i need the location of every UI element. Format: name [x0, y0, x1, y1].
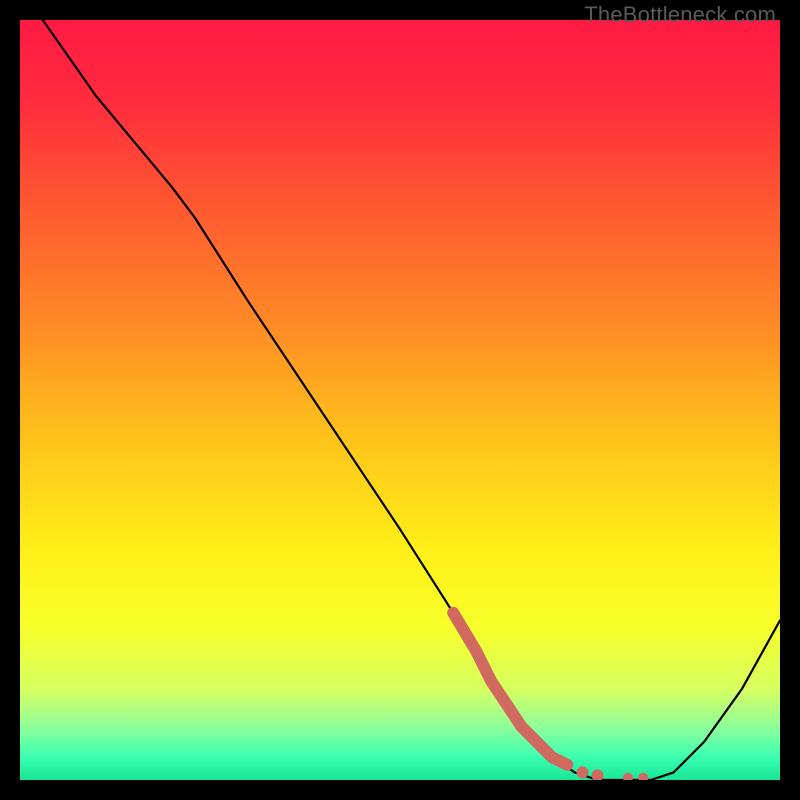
highlight-dot	[592, 769, 604, 780]
plot-area	[20, 20, 780, 780]
highlight-dots	[576, 766, 648, 780]
highlight-dot	[576, 766, 588, 778]
highlight-dot	[638, 773, 648, 780]
curve-layer	[20, 20, 780, 780]
watermark-text: TheBottleneck.com	[584, 2, 776, 28]
highlight-dot	[623, 773, 633, 780]
chart-frame: TheBottleneck.com	[0, 0, 800, 800]
highlight-segment	[453, 613, 567, 765]
bottleneck-curve	[43, 20, 780, 780]
